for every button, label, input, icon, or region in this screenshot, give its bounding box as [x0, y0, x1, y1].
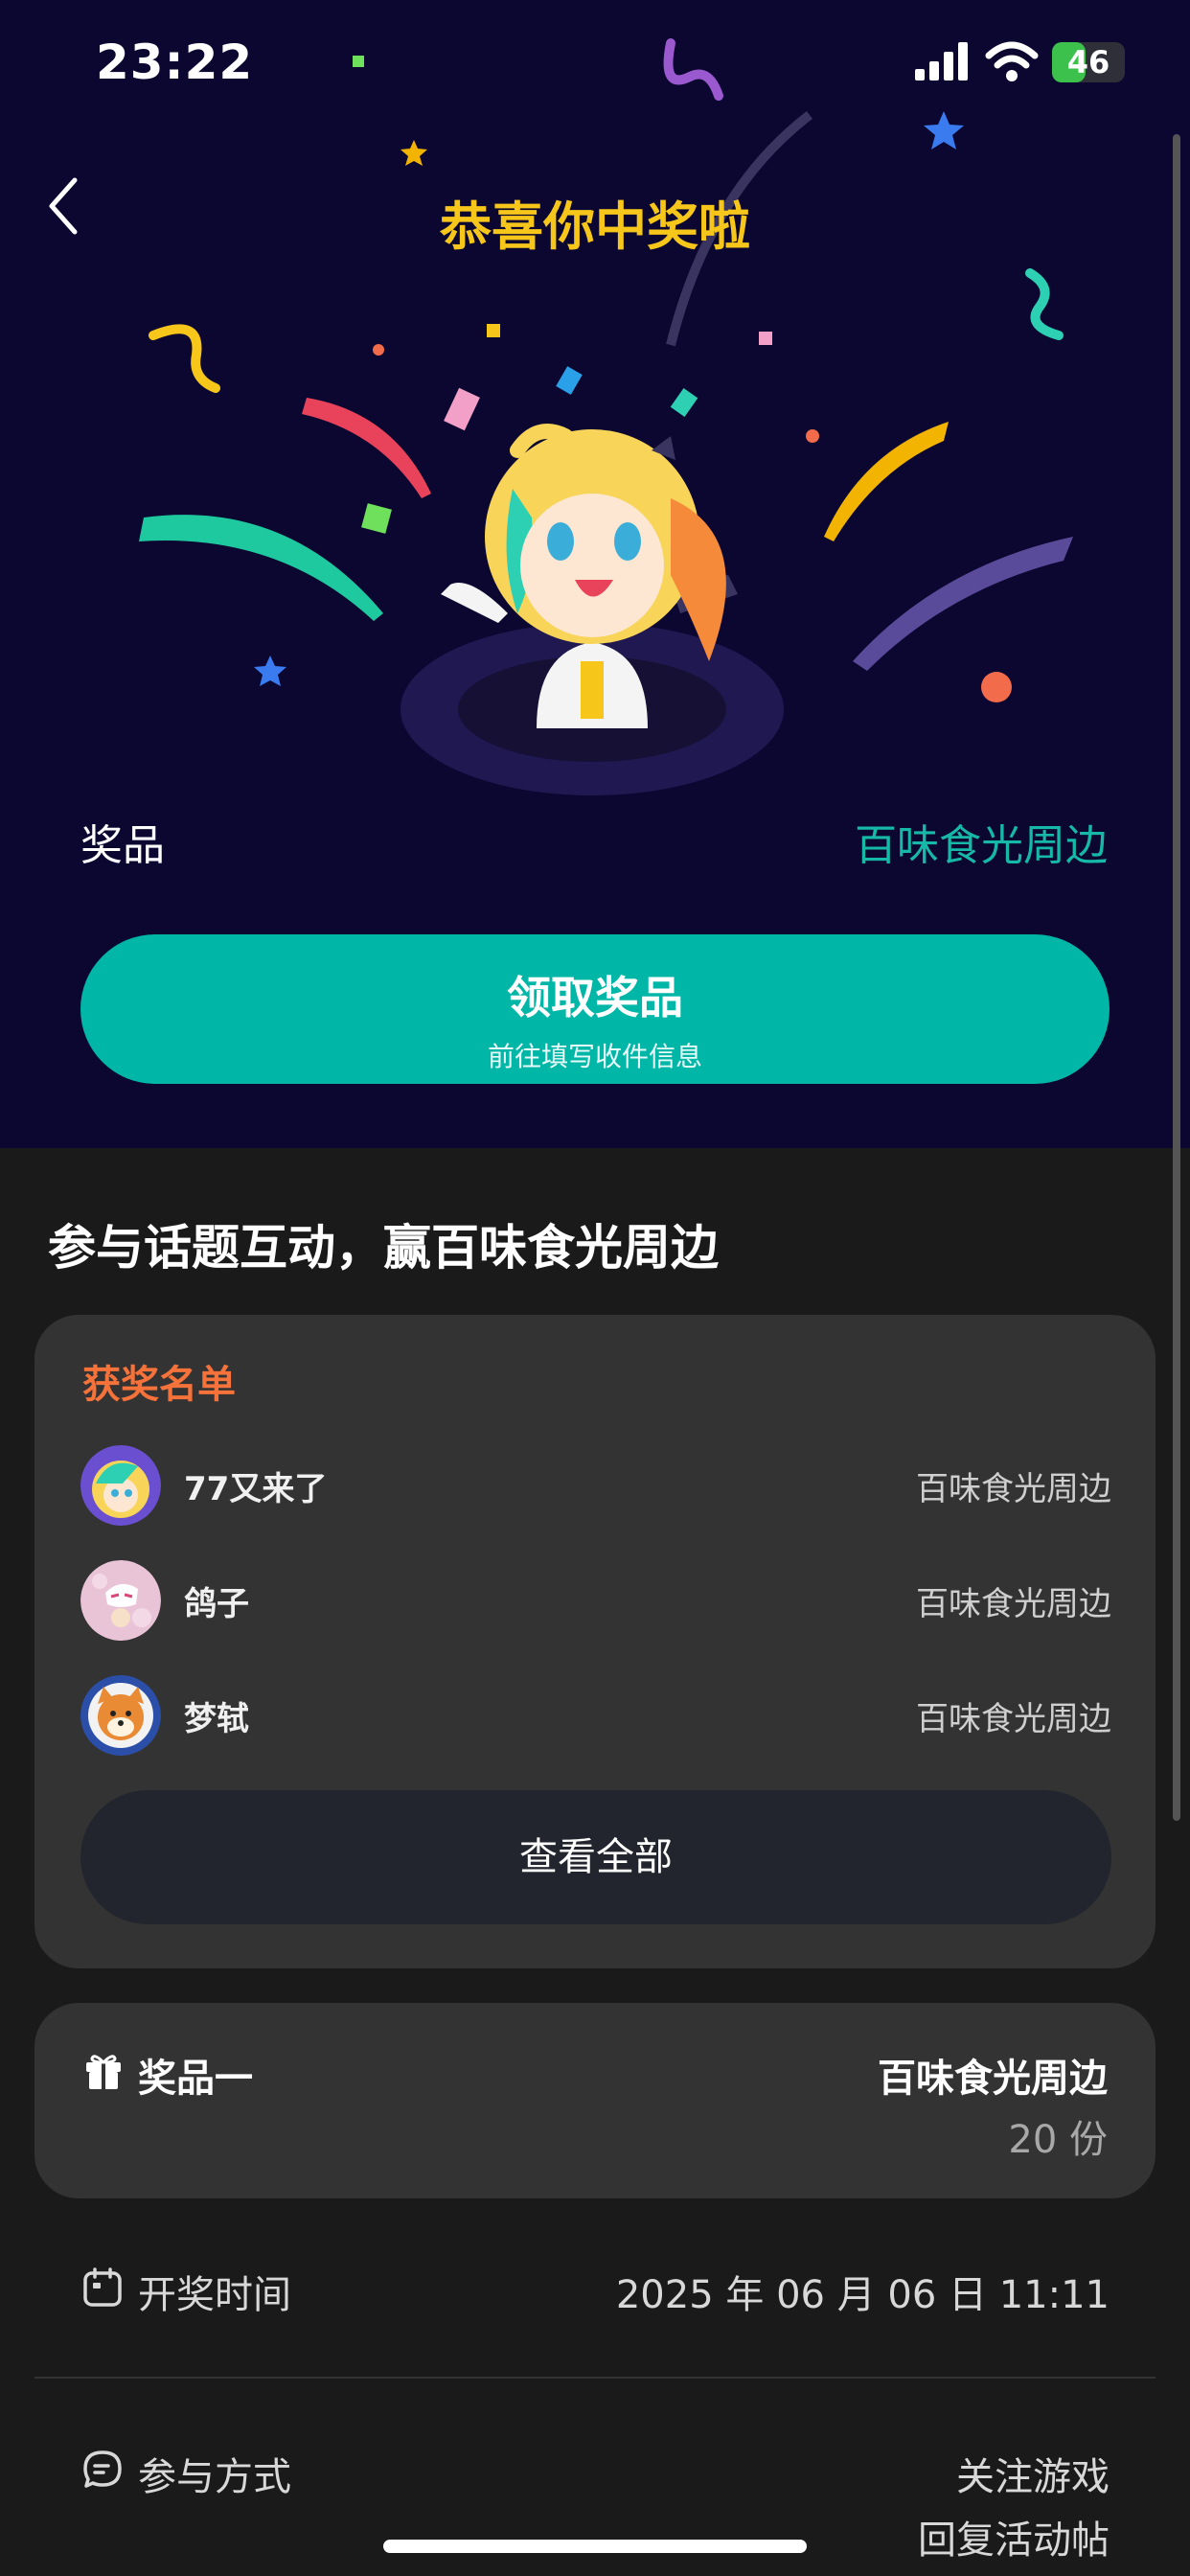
- winner-row[interactable]: 77又来了 百味食光周边: [80, 1445, 1111, 1528]
- status-time: 23:22: [96, 34, 254, 90]
- scrollbar[interactable]: [1173, 134, 1180, 1821]
- winner-row[interactable]: 梦轼 百味食光周边: [80, 1675, 1111, 1758]
- pink-character-avatar: [80, 1560, 161, 1641]
- claim-button-label: 领取奖品: [507, 972, 683, 1024]
- prize-name: 百味食光周边: [855, 821, 1108, 870]
- participation-step-1: 关注游戏: [956, 2455, 1110, 2499]
- winners-title: 获奖名单: [82, 1363, 236, 1407]
- participation-label: 参与方式: [138, 2455, 291, 2499]
- prize-count: 20 份: [1008, 2118, 1108, 2162]
- winner-prize: 百味食光周边: [916, 1585, 1111, 1623]
- participation-step-2: 回复活动帖: [918, 2518, 1110, 2563]
- battery-level: 46: [1066, 44, 1110, 80]
- prize-detail-name: 百味食光周边: [878, 2057, 1108, 2101]
- hero-banner: 23:22 46 恭喜你中奖啦 奖品 百味食光周边 领取奖品 前往填写收件信息: [0, 0, 1190, 1148]
- winners-card: 获奖名单 77又来了 百味食光周边 鸽子 百味食光周边 梦轼 百味食光周边 查看…: [34, 1315, 1156, 1968]
- page-title: 恭喜你中奖啦: [440, 196, 750, 257]
- winner-prize: 百味食光周边: [916, 1470, 1111, 1508]
- view-all-button[interactable]: 查看全部: [80, 1790, 1111, 1924]
- calendar-icon: [83, 2267, 122, 2307]
- prize-label: 奖品: [80, 821, 165, 870]
- winner-name: 梦轼: [184, 1700, 249, 1738]
- shiba-dog-avatar: [80, 1675, 161, 1756]
- divider: [34, 2377, 1156, 2379]
- prize-tier-label: 奖品一: [138, 2057, 253, 2101]
- winner-name: 77又来了: [184, 1470, 328, 1508]
- status-bar: 23:22 46: [0, 0, 1190, 125]
- claim-prize-button[interactable]: 领取奖品 前往填写收件信息: [80, 934, 1110, 1084]
- prize-detail-card: 奖品一 百味食光周边 20 份: [34, 2003, 1156, 2198]
- gift-icon: [86, 2055, 121, 2089]
- home-indicator[interactable]: [383, 2540, 807, 2553]
- battery-indicator: 46: [1052, 42, 1125, 82]
- chat-icon: [83, 2450, 122, 2488]
- activity-title: 参与话题互动，赢百味食光周边: [48, 1220, 719, 1276]
- draw-time-label: 开奖时间: [138, 2273, 291, 2317]
- winner-prize: 百味食光周边: [916, 1700, 1111, 1738]
- wifi-icon: [985, 41, 1039, 81]
- claim-button-sublabel: 前往填写收件信息: [487, 1041, 702, 1072]
- cellular-signal-icon: [915, 42, 968, 80]
- winner-name: 鸽子: [184, 1585, 249, 1623]
- winner-row[interactable]: 鸽子 百味食光周边: [80, 1560, 1111, 1643]
- anime-girl-avatar: [80, 1445, 161, 1526]
- draw-time-row: 开奖时间 2025 年 06 月 06 日 11:11: [82, 2264, 1110, 2321]
- draw-time-value: 2025 年 06 月 06 日 11:11: [615, 2273, 1110, 2317]
